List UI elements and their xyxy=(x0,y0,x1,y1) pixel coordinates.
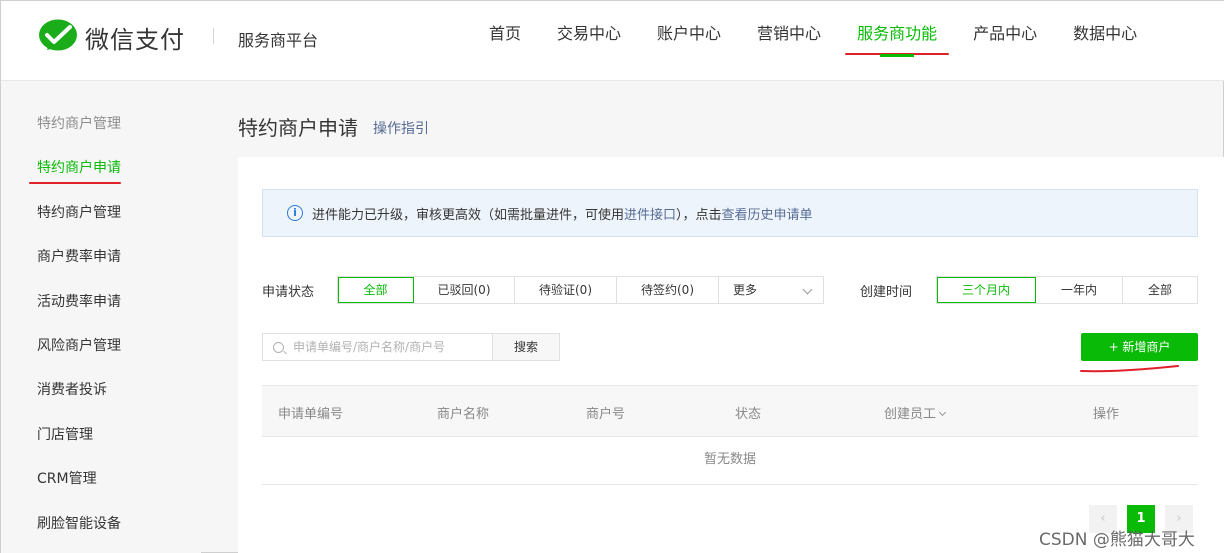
sidebar-item-merchant-apply[interactable]: 特约商户申请 xyxy=(37,157,121,177)
column-header-apply-id: 申请单编号 xyxy=(278,407,344,422)
main-panel: i 进件能力已升级，审核更高效（如需批量进件，可使用 进件接口 ），点击 查看历… xyxy=(238,157,1224,553)
wechat-pay-logo[interactable]: 微信支付 xyxy=(37,18,185,56)
more-label: 更多 xyxy=(733,283,758,297)
column-header-status: 状态 xyxy=(735,407,762,422)
column-header-merchant-name: 商户名称 xyxy=(437,407,490,422)
sidebar-item-activity-rate[interactable]: 活动费率申请 xyxy=(37,291,121,311)
status-filter-label: 申请状态 xyxy=(262,285,315,300)
sidebar-item-rate-apply[interactable]: 商户费率申请 xyxy=(37,246,121,266)
status-filter: 全部 已驳回(0) 待验证(0) 待签约(0) 更多 xyxy=(337,276,824,304)
red-annotation-underline xyxy=(845,53,950,55)
empty-state: 暂无数据 xyxy=(262,437,1198,485)
chevron-down-icon xyxy=(802,284,813,295)
nav-item-products[interactable]: 产品中心 xyxy=(955,1,1055,81)
sidebar-item-stores[interactable]: 门店管理 xyxy=(37,424,93,444)
header-divider xyxy=(213,28,214,44)
chevron-down-icon xyxy=(938,408,947,417)
status-option-more-dropdown[interactable]: 更多 xyxy=(719,277,823,303)
search-box xyxy=(262,333,493,361)
time-option-all[interactable]: 全部 xyxy=(1123,277,1197,303)
top-header: 微信支付 服务商平台 首页 交易中心 账户中心 营销中心 服务商功能 产品中心 … xyxy=(1,1,1224,81)
nav-item-home[interactable]: 首页 xyxy=(471,1,539,81)
sidebar-item-crm[interactable]: CRM管理 xyxy=(37,468,97,488)
status-option-rejected[interactable]: 已驳回(0) xyxy=(414,277,515,303)
api-link[interactable]: 进件接口 xyxy=(624,204,676,223)
main-nav: 首页 交易中心 账户中心 营销中心 服务商功能 产品中心 数据中心 xyxy=(471,1,1155,81)
column-header-creator[interactable]: 创建员工 xyxy=(884,403,947,422)
nav-item-trade[interactable]: 交易中心 xyxy=(539,1,639,81)
nav-item-provider-functions[interactable]: 服务商功能 xyxy=(839,1,955,81)
status-option-to-verify[interactable]: 待验证(0) xyxy=(515,277,617,303)
nav-item-marketing[interactable]: 营销中心 xyxy=(739,1,839,81)
brand-name: 微信支付 xyxy=(85,25,185,54)
column-header-merchant-no: 商户号 xyxy=(586,407,626,422)
red-annotation-underline xyxy=(1080,365,1179,373)
platform-name: 服务商平台 xyxy=(238,31,319,50)
status-option-to-sign[interactable]: 待签约(0) xyxy=(617,277,719,303)
time-option-3-months[interactable]: 三个月内 xyxy=(937,277,1036,303)
column-header-actions: 操作 xyxy=(1093,407,1120,422)
table-header: 申请单编号 商户名称 商户号 状态 创建员工 操作 xyxy=(262,385,1198,437)
column-header-label: 创建员工 xyxy=(884,407,937,422)
info-icon: i xyxy=(287,205,303,221)
page-title: 特约商户申请 xyxy=(238,116,358,140)
guide-link[interactable]: 操作指引 xyxy=(373,118,429,138)
notice-text: ），点击 xyxy=(676,207,722,223)
notice-banner: i 进件能力已升级，审核更高效（如需批量进件，可使用 进件接口 ），点击 查看历… xyxy=(262,189,1198,237)
notice-text: 进件能力已升级，审核更高效（如需批量进件，可使用 xyxy=(312,207,625,223)
search-button[interactable]: 搜索 xyxy=(492,333,560,361)
time-filter-label: 创建时间 xyxy=(860,285,913,300)
status-option-all[interactable]: 全部 xyxy=(338,277,414,303)
sidebar-item-merchant-manage[interactable]: 特约商户管理 xyxy=(37,202,121,222)
sidebar-item-face-devices[interactable]: 刷脸智能设备 xyxy=(37,513,121,533)
sidebar-item-complaints[interactable]: 消费者投诉 xyxy=(37,379,107,399)
nav-item-account[interactable]: 账户中心 xyxy=(639,1,739,81)
sidebar-item-risk-merchant[interactable]: 风险商户管理 xyxy=(37,335,121,355)
history-link[interactable]: 查看历史申请单 xyxy=(722,204,813,223)
red-annotation-underline xyxy=(29,182,121,184)
search-input[interactable] xyxy=(293,340,483,354)
nav-item-data[interactable]: 数据中心 xyxy=(1055,1,1155,81)
search-icon xyxy=(273,341,284,353)
csdn-watermark: CSDN @熊猫大哥大 xyxy=(1039,530,1195,550)
sidebar-group-title: 特约商户管理 xyxy=(37,116,121,132)
time-option-1-year[interactable]: 一年内 xyxy=(1036,277,1123,303)
nav-item-label: 服务商功能 xyxy=(857,24,938,43)
wechat-pay-logo-icon xyxy=(39,19,77,51)
sidebar: 特约商户管理 特约商户申请 特约商户管理 商户费率申请 活动费率申请 风险商户管… xyxy=(1,82,201,553)
add-merchant-button[interactable]: + 新增商户 xyxy=(1081,333,1198,361)
time-filter: 三个月内 一年内 全部 xyxy=(936,276,1198,304)
